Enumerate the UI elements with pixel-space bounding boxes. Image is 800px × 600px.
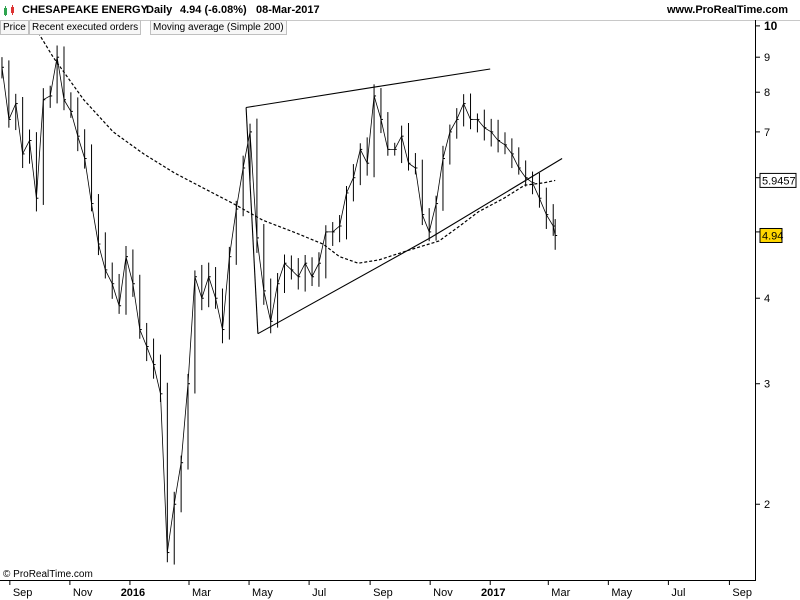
y-tick-label: 10 — [764, 19, 778, 33]
price-bars-layer — [1, 45, 558, 565]
copyright-footer: © ProRealTime.com — [3, 569, 93, 580]
moving-average-layer — [29, 19, 556, 264]
tab-moving-average[interactable]: Moving average (Simple 200) — [150, 20, 287, 35]
x-tick-label: Sep — [732, 587, 752, 599]
x-tick-label: 2017 — [481, 587, 505, 599]
price-chart[interactable]: 2345678910 SepNov2016MarMayJulSepNov2017… — [0, 0, 800, 600]
x-tick-label: Sep — [13, 587, 33, 599]
y-tick-label: 4 — [764, 293, 770, 305]
x-tick-label: May — [252, 587, 273, 599]
x-tick-label: 2016 — [121, 587, 145, 599]
y-tick-label: 7 — [764, 127, 770, 139]
x-tick-label: Sep — [373, 587, 393, 599]
x-tick-label: Jul — [312, 587, 326, 599]
x-tick-label: Mar — [551, 587, 570, 599]
y-tick-label: 2 — [764, 499, 770, 511]
x-tick-label: Nov — [73, 587, 93, 599]
current-price-text: 4.94 — [762, 230, 783, 242]
tab-recent-executed-orders[interactable]: Recent executed orders — [29, 20, 142, 35]
y-tick-label: 3 — [764, 379, 770, 391]
tab-price[interactable]: Price — [0, 20, 29, 35]
price-tags: 5.9457 4.94 — [759, 172, 797, 243]
ma-value-text: 5.9457 — [762, 175, 796, 187]
y-axis: 2345678910 — [756, 19, 778, 511]
moving-average-line — [29, 19, 556, 264]
trendlines-layer — [245, 68, 563, 335]
y-tick-label: 8 — [764, 87, 770, 99]
trendline-lower-support — [257, 158, 563, 335]
y-tick-label: 9 — [764, 52, 770, 64]
trendline-upper-resistance — [246, 68, 491, 109]
x-tick-label: Nov — [433, 587, 453, 599]
x-tick-label: Jul — [671, 587, 685, 599]
x-axis: Sep Nov 2016 Mar May Jul Sep Nov 2017 Mar May Jul Se… — [9, 580, 752, 599]
x-tick-label: Mar — [192, 587, 211, 599]
x-tick-label: May — [611, 587, 632, 599]
